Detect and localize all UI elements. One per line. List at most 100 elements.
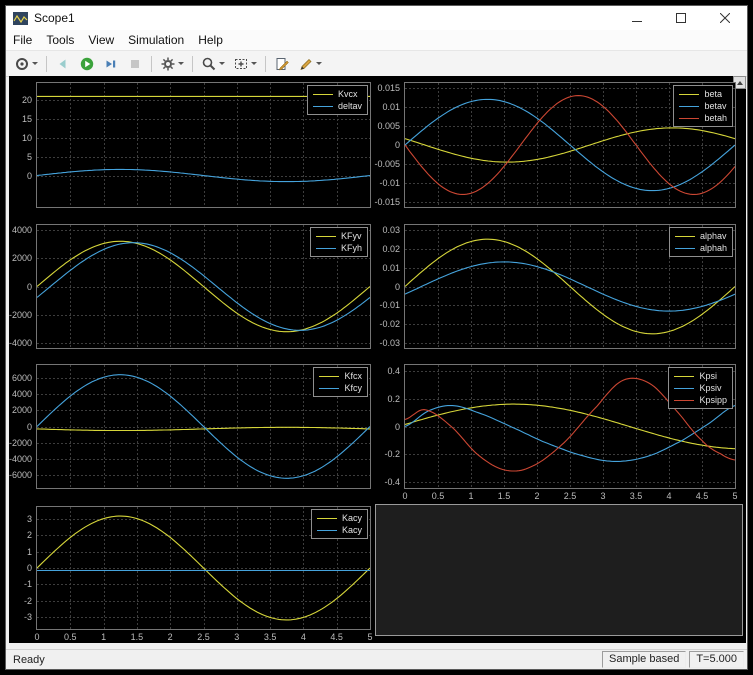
plot-R3[interactable]: KpsiKpsivKpsipp [404,364,736,489]
plot-R2[interactable]: alphav alphah [404,224,736,349]
maximize-button[interactable] [659,6,703,30]
legend-label: beta [704,89,722,99]
step-forward-button[interactable] [100,52,122,76]
y-tick-label: 1 [9,547,32,557]
y-tick-label: -3 [9,612,32,622]
y-tick-label: -0.005 [368,159,400,169]
x-tick-label: 3.5 [621,491,651,501]
y-tick-label: 0.03 [368,225,400,235]
x-tick-label: 3 [588,491,618,501]
x-tick-label: 1 [89,632,119,642]
y-tick-label: -0.2 [368,449,400,459]
y-tick-label: 3 [9,514,32,524]
legend-entry: Kpsiv [674,382,727,394]
simulation-settings-button[interactable] [157,52,187,76]
x-tick-label: 1 [456,491,486,501]
menu-tools[interactable]: Tools [39,31,81,49]
x-tick-label: 0.5 [423,491,453,501]
status-time: T=5.000 [689,651,744,668]
plot-L1[interactable]: Kvcxdeltav [36,82,371,208]
highlight-button[interactable] [295,52,325,76]
legend-line-sample [674,388,694,389]
plot-L4[interactable]: KacyKacy [36,506,371,630]
y-tick-label: 0 [368,282,400,292]
y-tick-label: 4000 [9,389,32,399]
y-tick-label: -0.015 [368,197,400,207]
dropdown-caret-icon [219,62,225,65]
y-tick-label: 2000 [9,253,32,263]
y-tick-label: -2000 [9,438,32,448]
plot-R1[interactable]: beta betavbetah [404,82,736,208]
menu-bar: File Tools View Simulation Help [6,30,747,51]
minimize-button[interactable] [615,6,659,30]
y-tick-label: 0 [9,422,32,432]
y-tick-label: 0.02 [368,244,400,254]
legend-label: Kacy [342,525,362,535]
x-tick-label: 4.5 [687,491,717,501]
x-tick-label: 2.5 [189,632,219,642]
fit-to-view-button[interactable] [230,52,260,76]
y-tick-label: -4000 [9,454,32,464]
y-tick-label: 0 [368,140,400,150]
scope-app-icon [13,12,28,25]
legend-line-sample [313,94,333,95]
x-tick-label: 5 [720,491,746,501]
legend: beta betavbetah [673,85,733,127]
plot-L3[interactable]: KfcxKfcy [36,364,371,489]
save-axes-settings-button[interactable] [271,52,293,76]
x-tick-label: 4 [654,491,684,501]
y-tick-label: 0 [9,171,32,181]
arrow-left-icon [55,56,71,72]
legend-entry: Kfcy [319,382,362,394]
close-button[interactable] [703,6,747,30]
legend-label: betav [704,101,726,111]
toolbar-separator [151,56,152,72]
step-back-button[interactable] [52,52,74,76]
legend-label: Kfcx [344,371,362,381]
y-tick-label: -0.02 [368,319,400,329]
y-tick-label: 0 [368,422,400,432]
legend-line-sample [316,248,336,249]
legend-label: Kpsi [699,371,717,381]
stop-icon [127,56,143,72]
y-tick-label: -0.01 [368,178,400,188]
y-tick-label: 0.015 [368,83,400,93]
legend-label: alphav [700,231,727,241]
menu-file[interactable]: File [6,31,39,49]
legend-label: alphah [700,243,727,253]
legend-entry: betah [679,112,727,124]
x-tick-label: 4.5 [322,632,352,642]
y-tick-label: 4000 [9,225,32,235]
dropdown-caret-icon [251,62,257,65]
run-button[interactable] [76,52,98,76]
fit-icon [233,56,249,72]
legend-entry: Kvcx [313,88,362,100]
y-tick-label: 0.01 [368,102,400,112]
legend: KfcxKfcy [313,367,368,397]
magnifier-icon [201,56,217,72]
dropdown-caret-icon [32,62,38,65]
plot-L2[interactable]: KFyvKFyh [36,224,371,349]
legend-entry: KFyh [316,242,362,254]
legend-entry: beta [679,88,727,100]
legend-label: Kpsipp [699,395,727,405]
y-tick-label: -0.03 [368,338,400,348]
menu-simulation[interactable]: Simulation [121,31,191,49]
legend-line-sample [317,530,337,531]
menu-view[interactable]: View [81,31,121,49]
x-tick-label: 3.5 [255,632,285,642]
titlebar-drag-area[interactable] [75,6,615,30]
stop-button[interactable] [124,52,146,76]
y-tick-label: -6000 [9,470,32,480]
y-tick-label: 0.2 [368,394,400,404]
x-tick-label: 1.5 [122,632,152,642]
legend-line-sample [313,106,333,107]
zoom-button[interactable] [198,52,228,76]
scope-parameters-button[interactable] [11,52,41,76]
legend-line-sample [317,518,337,519]
status-bar: Ready Sample based T=5.000 [6,649,747,669]
series-deltav [37,169,370,181]
legend-line-sample [679,94,699,95]
menu-help[interactable]: Help [191,31,230,49]
x-tick-label: 0.5 [55,632,85,642]
